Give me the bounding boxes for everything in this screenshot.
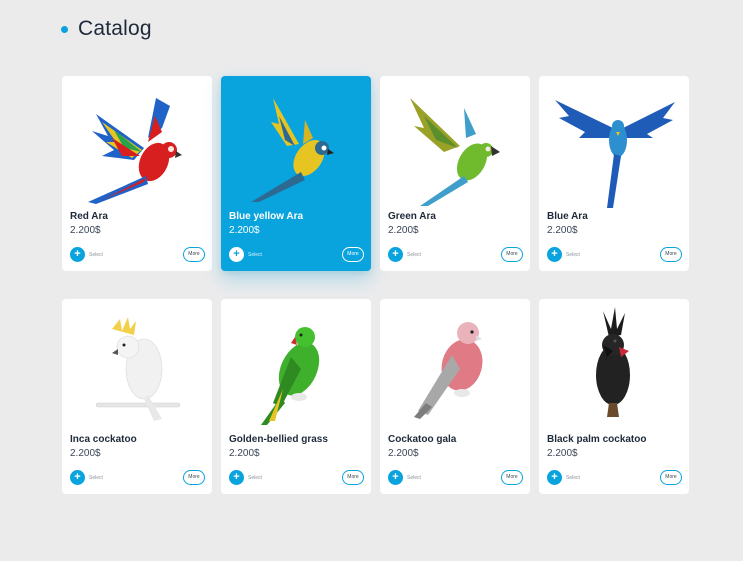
more-button[interactable]: More xyxy=(183,247,205,262)
plus-icon: + xyxy=(388,247,403,262)
select-button[interactable]: + Select xyxy=(70,470,103,485)
select-label: Select xyxy=(248,474,262,481)
select-button[interactable]: + Select xyxy=(229,470,262,485)
product-card[interactable]: Green Ara 2.200$ + Select More xyxy=(380,76,530,271)
more-button[interactable]: More xyxy=(342,247,364,262)
plus-icon: + xyxy=(547,247,562,262)
product-card[interactable]: Cockatoo gala 2.200$ + Select More xyxy=(380,299,530,494)
more-button[interactable]: More xyxy=(660,470,682,485)
blue-yellow-ara-image xyxy=(251,98,334,202)
product-price: 2.200$ xyxy=(547,225,578,236)
plus-icon: + xyxy=(70,247,85,262)
black-palm-cockatoo-image xyxy=(596,307,630,417)
product-name: Blue yellow Ara xyxy=(229,211,304,222)
product-name: Green Ara xyxy=(388,211,436,222)
page-title: Catalog xyxy=(78,17,152,40)
product-name: Inca cockatoo xyxy=(70,434,137,445)
select-button[interactable]: + Select xyxy=(547,247,580,262)
select-label: Select xyxy=(407,251,421,258)
product-price: 2.200$ xyxy=(70,225,101,236)
product-name: Black palm cockatoo xyxy=(547,434,647,445)
red-ara-image xyxy=(88,98,182,204)
product-card[interactable]: Blue yellow Ara 2.200$ + Select More xyxy=(221,76,371,271)
golden-bellied-grass-image xyxy=(261,327,320,425)
select-label: Select xyxy=(407,474,421,481)
plus-icon: + xyxy=(388,470,403,485)
product-card[interactable]: Red Ara 2.200$ + Select More xyxy=(62,76,212,271)
product-price: 2.200$ xyxy=(229,225,260,236)
cockatoo-gala-image xyxy=(414,322,483,419)
product-price: 2.200$ xyxy=(70,448,101,459)
product-card[interactable]: Black palm cockatoo 2.200$ + Select More xyxy=(539,299,689,494)
product-price: 2.200$ xyxy=(388,448,419,459)
select-label: Select xyxy=(89,251,103,258)
product-card[interactable]: Inca cockatoo 2.200$ + Select More xyxy=(62,299,212,494)
select-label: Select xyxy=(566,474,580,481)
green-ara-image xyxy=(410,98,500,206)
more-button[interactable]: More xyxy=(660,247,682,262)
product-name: Golden-bellied grass xyxy=(229,434,328,445)
select-button[interactable]: + Select xyxy=(547,470,580,485)
more-button[interactable]: More xyxy=(501,247,523,262)
product-card[interactable]: Blue Ara 2.200$ + Select More xyxy=(539,76,689,271)
page-header: Catalog xyxy=(61,17,152,41)
plus-icon: + xyxy=(547,470,562,485)
select-label: Select xyxy=(566,251,580,258)
product-price: 2.200$ xyxy=(229,448,260,459)
more-button[interactable]: More xyxy=(183,470,205,485)
product-card[interactable]: Golden-bellied grass 2.200$ + Select Mor… xyxy=(221,299,371,494)
more-button[interactable]: More xyxy=(501,470,523,485)
more-button[interactable]: More xyxy=(342,470,364,485)
product-price: 2.200$ xyxy=(547,448,578,459)
select-label: Select xyxy=(248,251,262,258)
product-name: Blue Ara xyxy=(547,211,588,222)
inca-cockatoo-image xyxy=(95,317,181,421)
select-button[interactable]: + Select xyxy=(388,470,421,485)
select-button[interactable]: + Select xyxy=(388,247,421,262)
select-button[interactable]: + Select xyxy=(229,247,262,262)
plus-icon: + xyxy=(229,247,244,262)
plus-icon: + xyxy=(229,470,244,485)
product-grid: Red Ara 2.200$ + Select More Blue yellow… xyxy=(62,76,689,494)
product-price: 2.200$ xyxy=(388,225,419,236)
product-name: Cockatoo gala xyxy=(388,434,457,445)
bullet-dot-icon xyxy=(61,25,68,33)
select-button[interactable]: + Select xyxy=(70,247,103,262)
select-label: Select xyxy=(89,474,103,481)
product-name: Red Ara xyxy=(70,211,108,222)
blue-ara-image xyxy=(555,100,675,208)
plus-icon: + xyxy=(70,470,85,485)
